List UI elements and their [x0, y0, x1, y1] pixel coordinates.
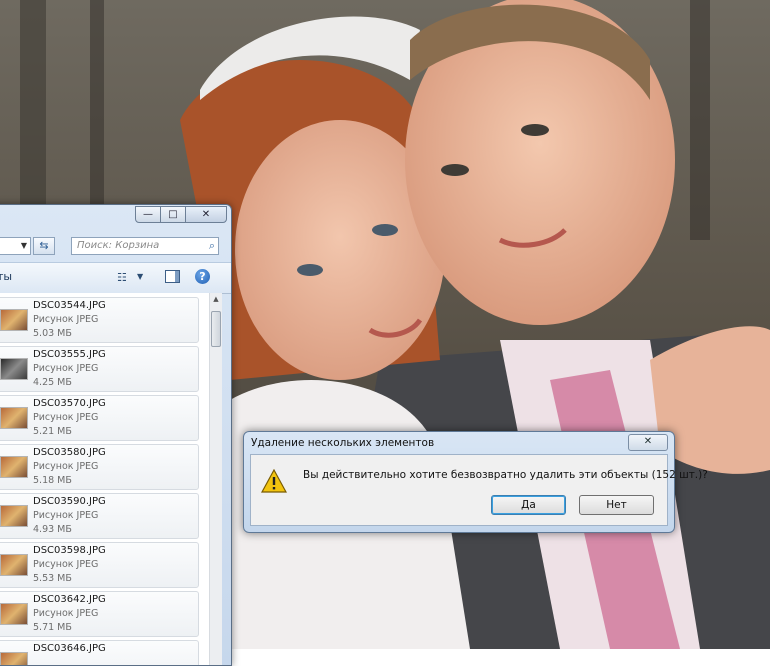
dialog-title: Удаление нескольких элементов — [251, 437, 435, 449]
dialog-close-button[interactable]: ✕ — [628, 434, 668, 451]
file-size: 4.93 МБ — [33, 524, 72, 535]
file-type: Рисунок JPEG — [33, 608, 99, 619]
list-item[interactable]: DSC03590.JPG Рисунок JPEG 4.93 МБ — [0, 493, 199, 539]
explorer-window: — □ ✕ ▼ ⇆ Поиск: Корзина ⌕ ты ☷ ▼ ? DSC0… — [0, 204, 232, 666]
file-name: DSC03544.JPG — [33, 300, 106, 311]
file-type: Рисунок JPEG — [33, 461, 99, 472]
toolbar-label[interactable]: ты — [0, 270, 12, 283]
image-thumbnail — [0, 407, 28, 429]
list-item[interactable]: DSC03555.JPG Рисунок JPEG 4.25 МБ — [0, 346, 199, 392]
file-size: 5.21 МБ — [33, 426, 72, 437]
vertical-scrollbar[interactable]: ▲ — [209, 293, 222, 665]
scroll-up-arrow[interactable]: ▲ — [210, 293, 222, 305]
file-type: Рисунок JPEG — [33, 363, 99, 374]
file-type: Рисунок JPEG — [33, 412, 99, 423]
help-icon[interactable]: ? — [195, 269, 210, 284]
maximize-button[interactable]: □ — [160, 206, 186, 223]
image-thumbnail — [0, 456, 28, 478]
minimize-button[interactable]: — — [135, 206, 161, 223]
file-size: 4.25 МБ — [33, 377, 72, 388]
list-item[interactable]: DSC03646.JPG — [0, 640, 199, 665]
delete-confirm-dialog: Удаление нескольких элементов ✕ Вы дейст… — [243, 431, 708, 533]
file-type: Рисунок JPEG — [33, 510, 99, 521]
list-item[interactable]: DSC03642.JPG Рисунок JPEG 5.71 МБ — [0, 591, 199, 637]
search-icon[interactable]: ⌕ — [209, 238, 215, 254]
dialog-body: Вы действительно хотите безвозвратно уда… — [250, 454, 708, 526]
file-name: DSC03570.JPG — [33, 398, 106, 409]
address-bar[interactable]: ▼ — [0, 237, 31, 255]
list-item[interactable]: DSC03570.JPG Рисунок JPEG 5.21 МБ — [0, 395, 199, 441]
close-button[interactable]: ✕ — [185, 206, 227, 223]
file-name: DSC03580.JPG — [33, 447, 106, 458]
file-name: DSC03598.JPG — [33, 545, 106, 556]
yes-button[interactable]: Да — [491, 495, 566, 515]
image-thumbnail — [0, 603, 28, 625]
image-thumbnail — [0, 505, 28, 527]
toolbar: ты ☷ ▼ ? — [0, 262, 231, 294]
window-controls: — □ ✕ — [135, 206, 227, 223]
image-thumbnail — [0, 554, 28, 576]
no-button[interactable]: Нет — [579, 495, 654, 515]
warning-icon — [261, 469, 287, 493]
view-options-icon[interactable]: ☷ — [117, 271, 127, 284]
file-type: Рисунок JPEG — [33, 559, 99, 570]
file-size: 5.03 МБ — [33, 328, 72, 339]
chevron-down-icon[interactable]: ▼ — [18, 238, 30, 254]
list-item[interactable]: DSC03598.JPG Рисунок JPEG 5.53 МБ — [0, 542, 199, 588]
list-item[interactable]: DSC03580.JPG Рисунок JPEG 5.18 МБ — [0, 444, 199, 490]
search-placeholder: Поиск: Корзина — [77, 240, 160, 251]
image-thumbnail — [0, 358, 28, 380]
file-type: Рисунок JPEG — [33, 314, 99, 325]
file-size: 5.53 МБ — [33, 573, 72, 584]
file-list: DSC03544.JPG Рисунок JPEG 5.03 МБ DSC03555.… — [0, 293, 209, 665]
refresh-icon: ⇆ — [39, 239, 49, 252]
search-input[interactable]: Поиск: Корзина ⌕ — [71, 237, 219, 255]
dialog-message: Вы действительно хотите безвозвратно уда… — [303, 469, 708, 481]
file-name: DSC03642.JPG — [33, 594, 106, 605]
refresh-button[interactable]: ⇆ — [33, 237, 55, 255]
file-size: 5.71 МБ — [33, 622, 72, 633]
file-name: DSC03590.JPG — [33, 496, 106, 507]
scrollbar-thumb[interactable] — [211, 311, 221, 347]
image-thumbnail — [0, 652, 28, 665]
image-thumbnail — [0, 309, 28, 331]
preview-pane-icon[interactable] — [165, 270, 180, 283]
address-row: ▼ ⇆ Поиск: Корзина ⌕ — [0, 235, 225, 257]
file-name: DSC03555.JPG — [33, 349, 106, 360]
file-size: 5.18 МБ — [33, 475, 72, 486]
list-item[interactable]: DSC03544.JPG Рисунок JPEG 5.03 МБ — [0, 297, 199, 343]
chevron-down-icon[interactable]: ▼ — [137, 272, 143, 281]
